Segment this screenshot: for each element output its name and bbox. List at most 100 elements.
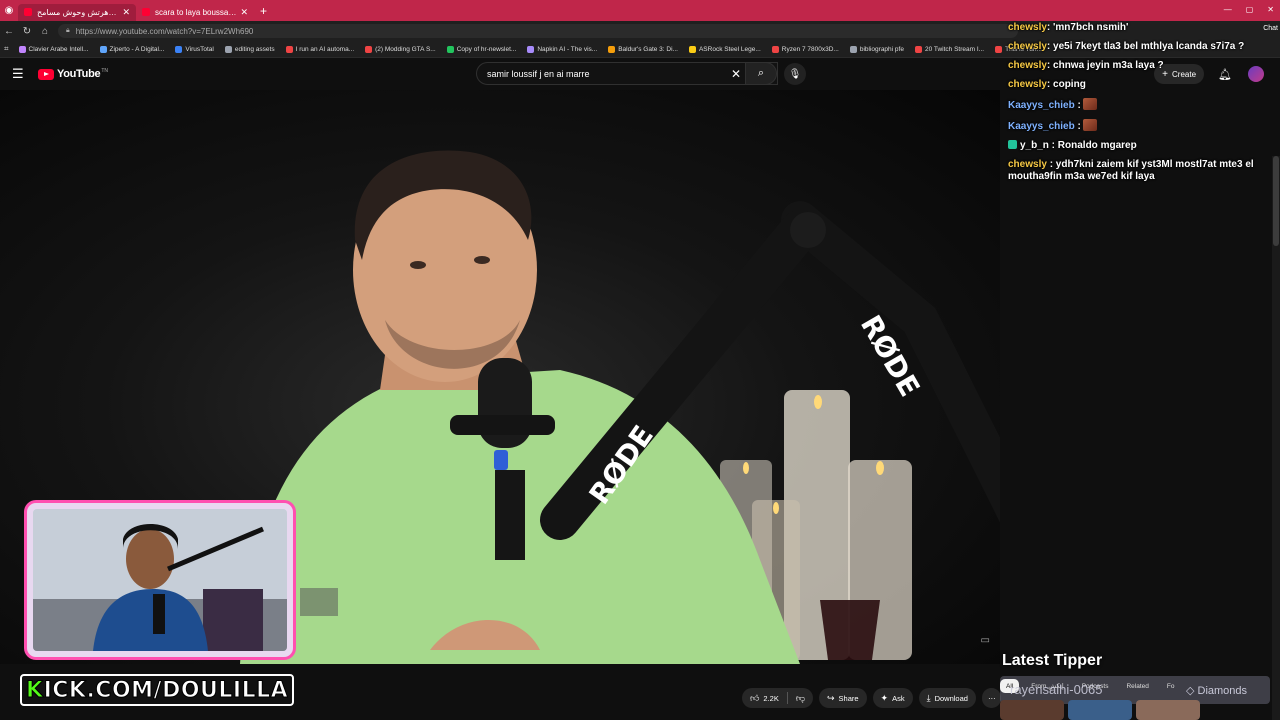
chat-message: chewsly: coping	[1008, 79, 1272, 91]
chat-username[interactable]: chewsly	[1008, 159, 1047, 170]
action-buttons: 👍︎ 2.2K 👎︎ ↪ Share ✦ Ask ⤓ Download ⋯	[742, 688, 1007, 708]
bookmark-item[interactable]: ASRock Steel Lege...	[688, 45, 761, 53]
hamburger-menu-icon[interactable]: ☰	[12, 66, 32, 82]
maximize-icon[interactable]: ▢	[1246, 5, 1254, 14]
bookmark-label: editing assets	[234, 45, 275, 53]
bookmark-item[interactable]: Clavier Arabe Intell...	[18, 45, 89, 53]
video-overlay-box	[300, 588, 338, 616]
like-dislike-group: 👍︎ 2.2K 👎︎	[742, 688, 813, 708]
more-icon: ⋯	[987, 693, 996, 703]
url-text: https://www.youtube.com/watch?v=7ELrw2Wh…	[75, 26, 254, 36]
youtube-logo[interactable]: YouTube TN	[38, 68, 108, 80]
voice-search-icon[interactable]: 🎙︎	[784, 63, 806, 85]
ask-button[interactable]: ✦ Ask	[872, 688, 913, 708]
browser-tab[interactable]: scara to laya boussaada - YouTube ✕	[136, 4, 254, 21]
chat-username[interactable]: Kaayys_chieb	[1008, 100, 1075, 111]
mic-arm-joint	[790, 212, 826, 248]
tab-close-icon[interactable]: ✕	[122, 7, 130, 18]
like-count: 2.2K	[763, 693, 779, 703]
bookmark-label: Baldur's Gate 3: Di...	[618, 45, 678, 53]
bookmark-item[interactable]: VirusTotal	[175, 45, 214, 53]
chat-text: : Ronaldo mgarep	[1048, 140, 1137, 151]
reload-icon[interactable]: ↻	[18, 26, 36, 37]
bookmark-label: Ryzen 7 7800x3D...	[781, 45, 839, 53]
chat-username[interactable]: chewsly	[1008, 79, 1047, 90]
bookmark-item[interactable]: Ziperto - A Digital...	[99, 45, 164, 53]
share-icon: ↪	[826, 692, 835, 703]
browser-menu-icon[interactable]: ◉	[0, 0, 18, 21]
bookmark-label: ASRock Steel Lege...	[698, 45, 761, 53]
bookmark-label: Copy of hr-newslet...	[456, 45, 517, 53]
apps-grid-icon[interactable]: ⌗	[4, 44, 9, 54]
home-icon[interactable]: ⌂	[36, 26, 54, 37]
latest-tipper-title: Latest Tipper	[1002, 652, 1103, 669]
related-thumbnail[interactable]	[1068, 700, 1132, 720]
mic-mount	[450, 415, 555, 435]
chat-message: chewsly: ye5i 7keyt tla3 bel mthlya lcan…	[1008, 41, 1272, 53]
bookmark-label: (2) Modding GTA S...	[375, 45, 436, 53]
chat-text: : ye5i 7keyt tla3 bel mthlya lcanda s7i7…	[1046, 41, 1245, 52]
filter-chip[interactable]: Related	[1120, 679, 1154, 693]
sparkle-icon: ✦	[880, 692, 889, 703]
bookmark-item[interactable]: Ryzen 7 7800x3D...	[771, 45, 839, 53]
search-button[interactable]: ⌕	[745, 62, 777, 85]
bookmark-favicon-icon	[849, 45, 857, 53]
chat-message: Kaayys_chieb :	[1008, 119, 1272, 133]
chat-username[interactable]: y_b_n	[1020, 140, 1049, 151]
share-label: Share	[838, 693, 859, 703]
more-actions-button[interactable]: ⋯	[981, 688, 1002, 708]
like-button[interactable]: 👍︎ 2.2K	[742, 688, 787, 708]
bookmark-item[interactable]: Copy of hr-newslet...	[446, 45, 517, 53]
close-window-icon[interactable]: ✕	[1267, 5, 1274, 14]
tab-label: شرا لايا : ماهرتش وحوش مسامح	[37, 7, 118, 17]
url-field[interactable]: 🔒︎ https://www.youtube.com/watch?v=7ELrw…	[58, 24, 1018, 38]
filter-chip[interactable]: Fo	[1161, 679, 1181, 693]
download-label: Download	[934, 693, 968, 703]
subscriber-badge-icon	[1008, 140, 1017, 149]
chat-username[interactable]: chewsly	[1008, 22, 1047, 33]
bookmark-item[interactable]: 20 Twitch Stream I...	[914, 45, 985, 53]
latest-tipper-name: rayensalhi-0065	[1010, 682, 1103, 697]
bookmark-favicon-icon	[688, 45, 696, 53]
bookmark-item[interactable]: Napkin AI - The vis...	[527, 45, 597, 53]
latest-tipper-amount-label: Diamonds	[1197, 685, 1248, 697]
chat-message: Kaayys_chieb :	[1008, 98, 1272, 112]
bookmark-label: 20 Twitch Stream I...	[924, 45, 985, 53]
candle-flame	[876, 461, 884, 475]
chat-username[interactable]: chewsly	[1008, 60, 1047, 71]
youtube-play-icon	[38, 68, 54, 80]
dislike-button[interactable]: 👎︎	[788, 688, 813, 708]
browser-tab-active[interactable]: شرا لايا : ماهرتش وحوش مسامح ✕	[18, 3, 136, 21]
tab-close-icon[interactable]: ✕	[240, 7, 248, 18]
miniplayer-icon[interactable]: ▭	[981, 635, 990, 646]
chat-username[interactable]: chewsly	[1008, 41, 1047, 52]
bookmark-favicon-icon	[285, 45, 293, 53]
bookmark-item[interactable]: Baldur's Gate 3: Di...	[608, 45, 678, 53]
download-icon: ⤓	[926, 692, 931, 703]
chat-username[interactable]: Kaayys_chieb	[1008, 121, 1075, 132]
minimize-icon[interactable]: —	[1224, 5, 1232, 14]
sidebar-scrollbar[interactable]	[1272, 156, 1280, 720]
kick-channel-url: ICK.COM/DOULILLA	[43, 677, 289, 703]
latest-tipper-amount: ◇ Diamonds	[1186, 684, 1247, 697]
country-code: TN	[101, 68, 108, 74]
download-button[interactable]: ⤓ Download	[918, 688, 976, 708]
bookmark-item[interactable]: I run an AI automa...	[285, 45, 354, 53]
clear-search-icon[interactable]: ✕	[731, 67, 741, 81]
chat-message: chewsly: 'mn7bch nsmih'	[1008, 22, 1272, 34]
bookmark-favicon-icon	[446, 45, 454, 53]
bookmark-item[interactable]: (2) Modding GTA S...	[365, 45, 436, 53]
bookmark-item[interactable]: editing assets	[224, 45, 275, 53]
related-thumbnail[interactable]	[1000, 700, 1064, 720]
bookmark-favicon-icon	[224, 45, 232, 53]
search-input[interactable]: samir loussif j en ai marre ✕ ⌕	[476, 62, 778, 85]
bookmark-item[interactable]: bibliographi pfe	[849, 45, 904, 53]
share-button[interactable]: ↪ Share	[818, 688, 867, 708]
back-icon[interactable]: ←	[0, 26, 18, 37]
related-thumbnail[interactable]	[1136, 700, 1200, 720]
chat-emote-icon	[1082, 119, 1097, 131]
bookmark-favicon-icon	[99, 45, 107, 53]
bookmark-favicon-icon	[527, 45, 535, 53]
related-thumbnails	[1000, 700, 1270, 720]
new-tab-button[interactable]: +	[260, 4, 267, 18]
